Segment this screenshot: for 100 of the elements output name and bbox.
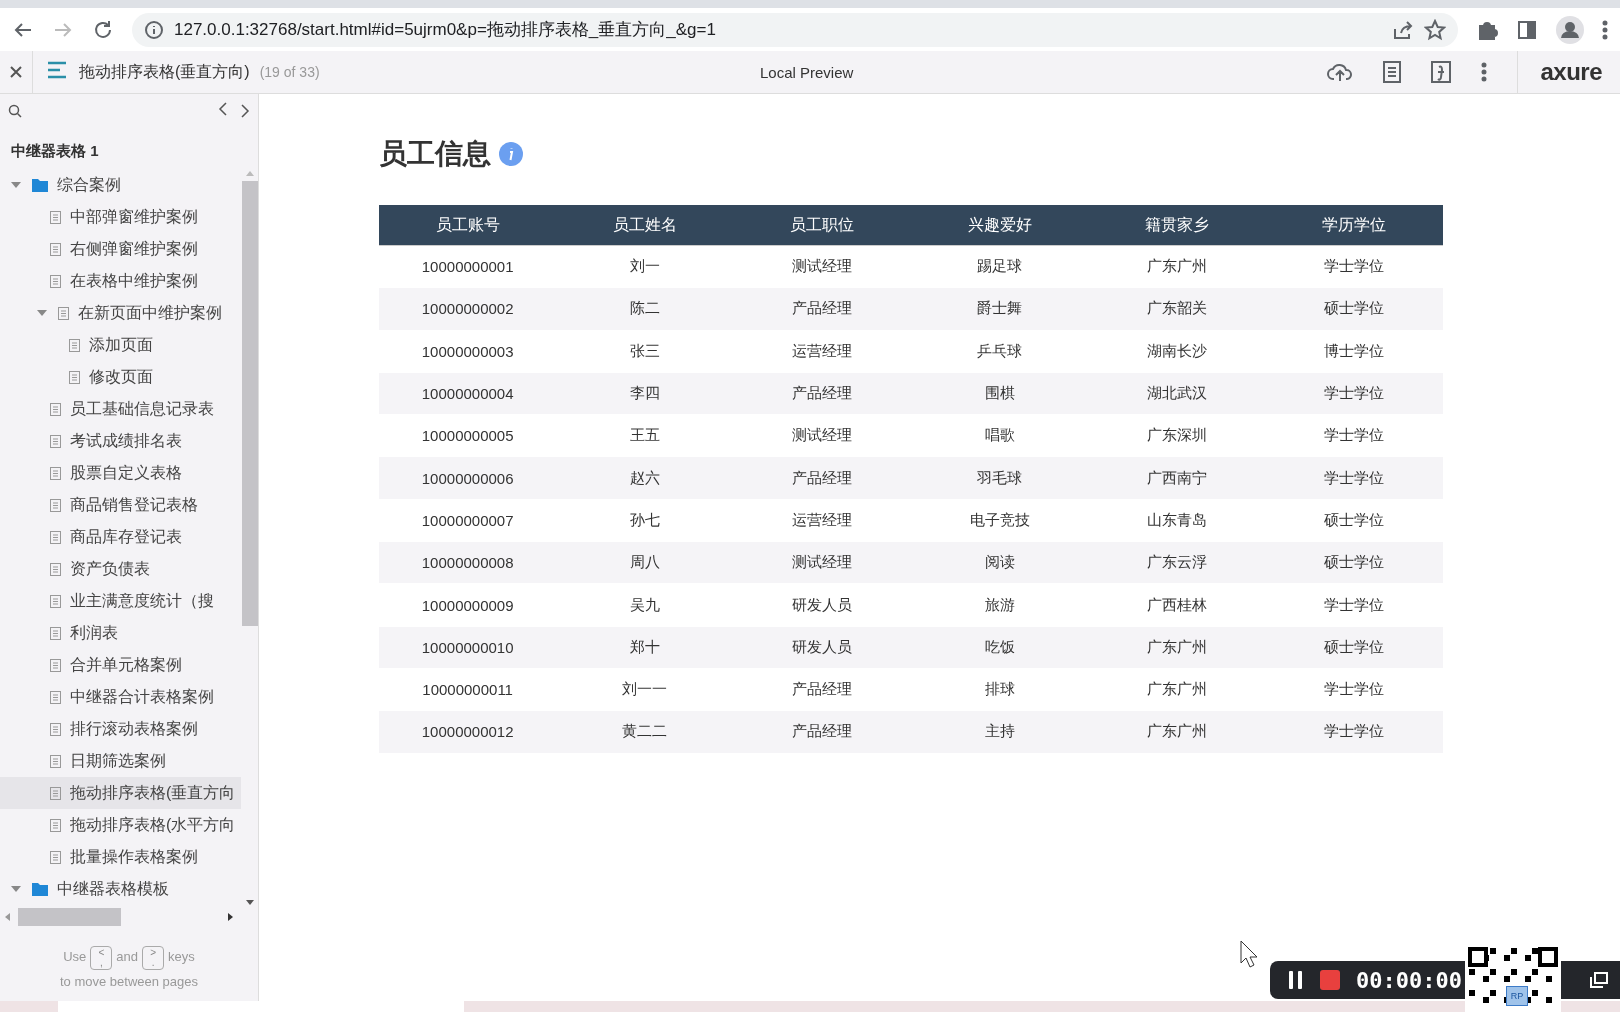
scroll-right-icon[interactable]	[226, 912, 234, 922]
tree-item[interactable]: 添加页面	[0, 329, 241, 361]
close-icon[interactable]	[9, 65, 23, 79]
table-cell: 学士学位	[1265, 584, 1443, 627]
tree-item[interactable]: 中继器表格模板	[0, 873, 241, 905]
more-icon[interactable]	[1602, 18, 1608, 41]
table-cell: 主持	[910, 711, 1089, 754]
window-restore-icon[interactable]	[1590, 972, 1608, 988]
tree-item[interactable]: 在表格中维护案例	[0, 265, 241, 297]
page-icon	[50, 850, 61, 864]
table-cell: 广东韶关	[1088, 288, 1266, 331]
page-icon	[50, 434, 61, 448]
scroll-left-icon[interactable]	[4, 912, 12, 922]
qr-badge: RP	[1506, 986, 1528, 1006]
scroll-down-icon[interactable]	[244, 899, 255, 907]
page-icon	[50, 754, 61, 768]
expanded-caret-icon[interactable]	[11, 885, 21, 893]
tree-item[interactable]: 右侧弹窗维护案例	[0, 233, 241, 265]
table-cell: 郑十	[556, 626, 734, 669]
tree-item[interactable]: 批量操作表格案例	[0, 841, 241, 873]
preview-label: Local Preview	[760, 63, 854, 81]
cursor-icon	[1240, 940, 1260, 970]
table-cell: 黄二二	[556, 711, 734, 754]
expanded-caret-icon[interactable]	[37, 309, 47, 317]
column-header[interactable]: 员工账号	[379, 205, 557, 246]
tree-item[interactable]: 考试成绩排名表	[0, 425, 241, 457]
tree-item[interactable]: 合并单元格案例	[0, 649, 241, 681]
url-text: 127.0.0.1:32768/start.html#id=5ujrm0&p=拖动排序表格_垂直方向_&g=1	[174, 19, 717, 41]
tree-item[interactable]: 排行滚动表格案例	[0, 713, 241, 745]
table-cell: 产品经理	[733, 711, 911, 754]
tree-item[interactable]: 日期筛选案例	[0, 745, 241, 777]
table-cell: 运营经理	[733, 330, 911, 373]
cloud-upload-icon[interactable]	[1327, 61, 1354, 83]
table-cell: 硕士学位	[1265, 288, 1443, 331]
tree-item[interactable]: 员工基础信息记录表	[0, 393, 241, 425]
column-header[interactable]: 员工姓名	[556, 205, 734, 246]
table-cell: 10000000003	[379, 330, 557, 373]
expanded-caret-icon[interactable]	[11, 181, 21, 189]
page-icon	[50, 562, 61, 576]
page-count: (19 of 33)	[259, 64, 320, 80]
tree-item[interactable]: 业主满意度统计（搜	[0, 585, 241, 617]
page-icon	[50, 690, 61, 704]
reload-icon[interactable]	[92, 18, 114, 41]
table-cell: 研发人员	[733, 584, 911, 627]
tree-item[interactable]: 股票自定义表格	[0, 457, 241, 489]
next-icon[interactable]	[240, 104, 250, 118]
table-cell: 10000000010	[379, 626, 557, 669]
table-cell: 广东广州	[1088, 626, 1266, 669]
menu-icon[interactable]	[47, 61, 67, 79]
tree-item[interactable]: 拖动排序表格(垂直方向	[0, 777, 241, 809]
table-cell: 广西南宁	[1088, 457, 1266, 500]
tree-item[interactable]: 在新页面中维护案例	[0, 297, 241, 329]
folder-icon	[32, 882, 48, 896]
table-cell: 10000000002	[379, 288, 557, 331]
table-cell: 张三	[556, 330, 734, 373]
page-icon	[50, 274, 61, 288]
tree-item[interactable]: 商品库存登记表	[0, 521, 241, 553]
column-header[interactable]: 兴趣爱好	[910, 205, 1089, 246]
key-cap: < ,	[90, 945, 113, 970]
search-icon[interactable]	[8, 104, 22, 118]
page-icon	[50, 210, 61, 224]
previous-icon[interactable]	[218, 102, 228, 116]
key-cap: > .	[142, 945, 165, 970]
tree-item[interactable]: 中部弹窗维护案例	[0, 201, 241, 233]
info-icon[interactable]	[499, 142, 523, 166]
page-icon	[50, 530, 61, 544]
page-icon	[50, 594, 61, 608]
page-icon	[69, 338, 80, 352]
page-icon	[50, 818, 61, 832]
table-cell: 赵六	[556, 457, 734, 500]
column-header[interactable]: 学历学位	[1265, 205, 1443, 246]
column-header[interactable]: 籍贯家乡	[1088, 205, 1266, 246]
column-header[interactable]: 员工职位	[733, 205, 911, 246]
tree-item[interactable]: 资产负债表	[0, 553, 241, 585]
table-cell: 学士学位	[1265, 457, 1443, 500]
table-cell: 围棋	[910, 372, 1089, 416]
page-icon	[50, 786, 61, 800]
tree-item[interactable]: 综合案例	[0, 169, 241, 201]
tree-item[interactable]: 商品销售登记表格	[0, 489, 241, 521]
tree-item[interactable]: 利润表	[0, 617, 241, 649]
tree-item[interactable]: 拖动排序表格(水平方向	[0, 809, 241, 841]
table-cell: 学士学位	[1265, 711, 1443, 754]
folder-icon	[32, 178, 48, 192]
tree-item[interactable]: 中继器合计表格案例	[0, 681, 241, 713]
table-cell: 李四	[556, 372, 734, 416]
address-bar[interactable]: 127.0.0.1:32768/start.html#id=5ujrm0&p=拖动排序表格_垂直方向_&g=1	[132, 12, 1458, 47]
star-icon[interactable]	[1424, 18, 1446, 41]
profile-icon[interactable]	[1556, 15, 1584, 44]
info-icon	[144, 19, 164, 40]
table-cell: 阅读	[910, 542, 1089, 585]
document-icon[interactable]	[1383, 61, 1402, 83]
table-cell: 广西桂林	[1088, 584, 1266, 627]
more-icon[interactable]	[1481, 62, 1488, 82]
formula-icon[interactable]	[1431, 61, 1452, 83]
share-icon[interactable]	[1392, 18, 1414, 41]
table-cell: 产品经理	[733, 288, 911, 331]
project-title: 中继器表格 1	[10, 141, 100, 161]
table-cell: 周八	[556, 542, 734, 585]
pause-icon[interactable]	[1288, 970, 1304, 990]
tree-item[interactable]: 修改页面	[0, 361, 241, 393]
